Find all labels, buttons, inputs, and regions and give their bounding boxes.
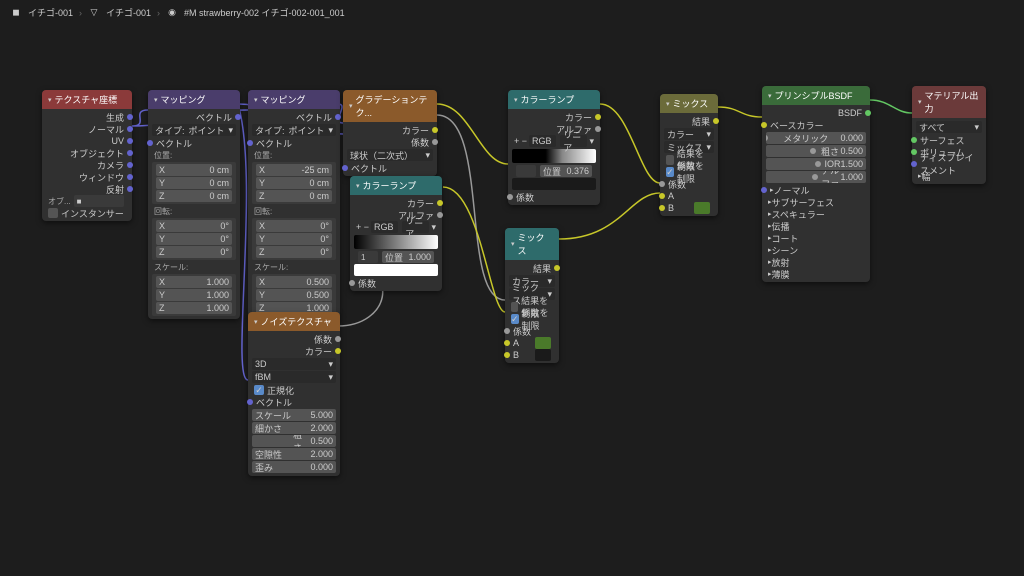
node-color-ramp-2[interactable]: ▾カラーランプ カラー アルファ + −RGBリニア▾ 1位置1.000 係数 (350, 176, 442, 291)
node-material-output[interactable]: ▾マテリアル出力 すべて▾ サーフェス ボリューム ディスプレイスメント ▸幅 (912, 86, 986, 184)
node-header[interactable]: ▾プリンシプルBSDF (762, 86, 870, 105)
node-principled-bsdf[interactable]: ▾プリンシプルBSDF BSDF ベースカラー メタリック0.000 粗さ0.5… (762, 86, 870, 282)
node-mix-2[interactable]: ▾ミックス 結果 カラー▾ ミックス▾ 結果を制限 ✓係数を制限 係数 A B (505, 228, 559, 363)
node-header[interactable]: ▾グラデーションテク... (343, 90, 437, 122)
node-header[interactable]: ▾ミックス (505, 228, 559, 260)
node-header[interactable]: ▾カラーランプ (350, 176, 442, 195)
node-gradient-texture[interactable]: ▾グラデーションテク... カラー 係数 球状（二次式）▾ ベクトル (343, 90, 437, 176)
node-header[interactable]: ▾マテリアル出力 (912, 86, 986, 118)
node-color-ramp-1[interactable]: ▾カラーランプ カラー アルファ + −RGBリニア▾ 位置0.376 係数 (508, 90, 600, 205)
node-texture-coordinate[interactable]: ▾テクスチャ座標 生成 ノーマル UV オブジェクト カメラ ウィンドウ 反射 … (42, 90, 132, 221)
color-ramp-gradient[interactable] (354, 235, 438, 249)
node-header[interactable]: ▾マッピング (248, 90, 340, 109)
node-mapping-2[interactable]: ▾マッピング ベクトル タイプ:ポイント▾ ベクトル 位置: X-25 cm Y… (248, 90, 340, 319)
node-header[interactable]: ▾テクスチャ座標 (42, 90, 132, 109)
node-header[interactable]: ▾マッピング (148, 90, 240, 109)
normalize-check[interactable]: ✓ (254, 385, 264, 395)
instancer-check[interactable] (48, 208, 58, 218)
node-mapping-1[interactable]: ▾マッピング ベクトル タイプ:ポイント▾ ベクトル 位置: X0 cm Y0 … (148, 90, 240, 319)
node-noise-texture[interactable]: ▾ノイズテクスチャ 係数 カラー 3D▾ fBM▾ ✓正規化 ベクトル スケール… (248, 312, 340, 476)
node-header[interactable]: ▾カラーランプ (508, 90, 600, 109)
type-dropdown[interactable]: タイプ:ポイント▾ (152, 124, 236, 136)
node-header[interactable]: ▾ノイズテクスチャ (248, 312, 340, 331)
node-editor[interactable]: ▾テクスチャ座標 生成 ノーマル UV オブジェクト カメラ ウィンドウ 反射 … (0, 0, 1024, 576)
object-field[interactable]: ■ (74, 195, 124, 207)
node-header[interactable]: ▾ミックス (660, 94, 718, 113)
node-mix-1[interactable]: ▾ミックス 結果 カラー▾ ミックス▾ 結果を制限 ✓係数を制限 係数 A B (660, 94, 718, 216)
